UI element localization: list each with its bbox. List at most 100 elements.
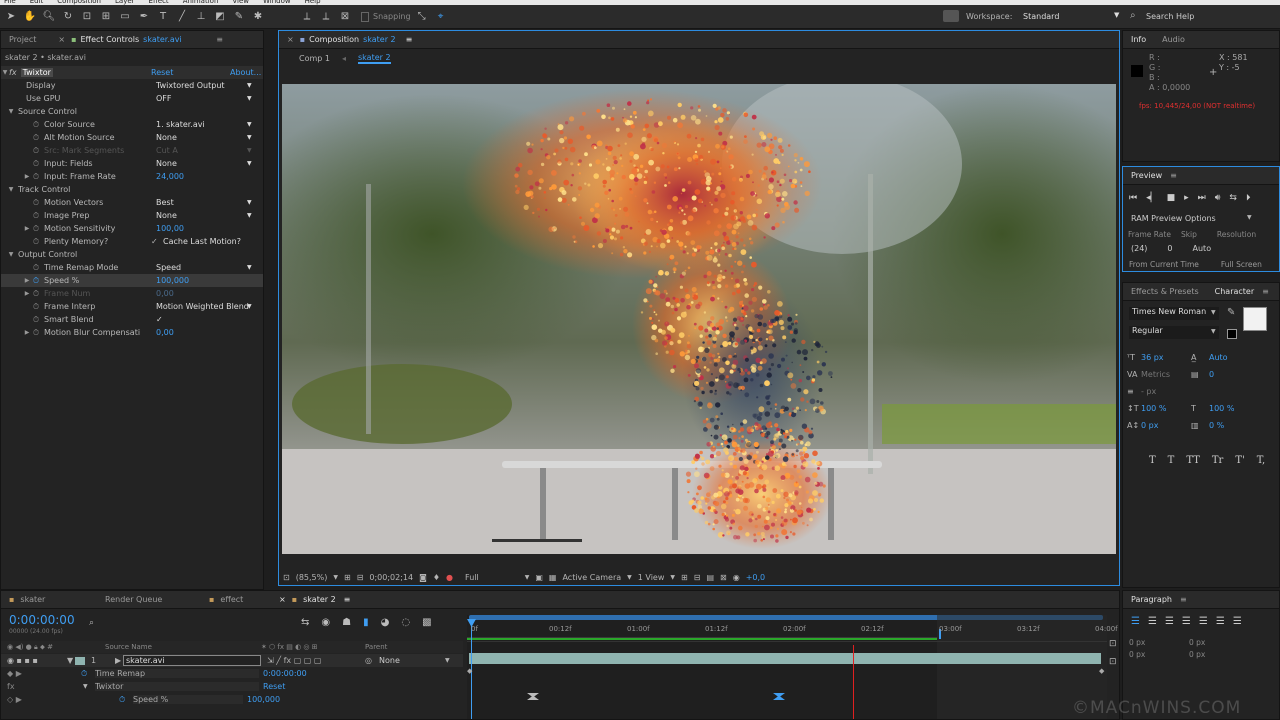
effect-prop-row[interactable]: ⏱ Color Source 1. skater.avi ▼ — [1, 118, 263, 131]
views-dropdown-icon[interactable]: ▼ — [670, 574, 675, 581]
workspace-select[interactable]: Standard — [1023, 12, 1059, 21]
effect-prop-row[interactable]: ⏱ Frame Interp Motion Weighted Blend ▼ — [1, 300, 263, 313]
zoom-select[interactable]: (85,5%) — [296, 573, 328, 582]
tab-timeline-skater[interactable]: ▪ skater — [1, 591, 91, 609]
stopwatch-icon[interactable]: ⏱ — [31, 328, 41, 338]
roto-tool-icon[interactable]: ✎ — [231, 9, 247, 25]
views-select[interactable]: 1 View — [638, 573, 665, 582]
panel-menu-icon[interactable]: ≡ — [1170, 171, 1177, 180]
stopwatch-icon[interactable]: ⏱ — [31, 198, 41, 208]
axis-local-icon[interactable]: ⟂ — [299, 9, 315, 25]
col-source-name[interactable]: Source Name — [105, 643, 261, 651]
always-preview-icon[interactable]: ⊡ — [283, 573, 290, 582]
motion-blur-icon[interactable]: ◕ — [381, 617, 390, 628]
indent-left-value[interactable]: 0 px — [1129, 637, 1189, 649]
font-dropdown-icon[interactable]: ▼ — [1211, 309, 1216, 316]
type-tool-icon[interactable]: T — [155, 9, 171, 25]
effect-prop-dropdown[interactable]: Cut A — [156, 146, 256, 155]
tab-preview[interactable]: Preview — [1123, 167, 1170, 185]
tab-project[interactable]: Project — [1, 31, 44, 49]
panel-menu-icon[interactable]: ≡ — [1180, 595, 1187, 604]
resolution-dropdown-icon[interactable]: ▼ — [525, 574, 530, 581]
frame-blending-icon[interactable]: ▮ — [363, 617, 369, 628]
time-remap-end-keyframe-icon[interactable]: ◆ — [1099, 667, 1104, 675]
stopwatch-icon[interactable]: ⏱ — [31, 133, 41, 143]
effect-prop-row[interactable]: ⏱ Alt Motion Source None ▼ — [1, 131, 263, 144]
stopwatch-icon[interactable]: ⏱ — [31, 315, 41, 325]
layer-label-color[interactable] — [75, 656, 85, 665]
ram-preview-icon[interactable]: ⏵ — [1246, 193, 1251, 203]
timeline-icon[interactable]: ▤ — [706, 573, 714, 582]
dropdown-arrow-icon[interactable]: ▼ — [247, 264, 252, 271]
expand-triangle-icon[interactable]: ▼ — [7, 251, 15, 258]
flowchart-icon[interactable]: ⊠ — [720, 573, 727, 582]
stopwatch-icon[interactable]: ⏱ — [31, 224, 41, 234]
tab-paragraph[interactable]: Paragraph — [1123, 591, 1180, 609]
zoom-dropdown-icon[interactable]: ▼ — [333, 574, 338, 581]
small-caps-button[interactable]: Tr — [1212, 455, 1223, 466]
stopwatch-icon[interactable]: ⏱ — [31, 159, 41, 169]
panel-menu-icon[interactable]: ≡ — [216, 35, 223, 44]
roi-icon[interactable]: ▣ — [535, 573, 543, 582]
camera-tool-icon[interactable]: ⊡ — [79, 9, 95, 25]
close-icon[interactable]: × — [287, 35, 294, 44]
ram-dropdown-icon[interactable]: ▼ — [1247, 214, 1252, 221]
stopwatch-icon[interactable]: ⏱ — [31, 237, 41, 247]
comp-viewer[interactable] — [282, 84, 1116, 554]
search-layers-icon[interactable]: ⌕ — [89, 618, 94, 628]
col-parent[interactable]: Parent — [365, 643, 387, 651]
timeline-timecode[interactable]: 0:00:00:00 — [9, 613, 75, 627]
stopwatch-icon[interactable]: ⏱ — [31, 211, 41, 221]
layer-duration-bar[interactable] — [469, 653, 1101, 664]
expand-triangle-icon[interactable]: ▼ — [83, 683, 95, 690]
dropdown-arrow-icon[interactable]: ▼ — [247, 303, 252, 310]
checkbox-icon[interactable]: ✓ — [151, 237, 158, 246]
panel-menu-icon[interactable]: ≡ — [1262, 287, 1269, 296]
pen-tool-icon[interactable]: ✒ — [136, 9, 152, 25]
axis-view-icon[interactable]: ⊠ — [337, 9, 353, 25]
fill-color-swatch[interactable] — [1243, 307, 1267, 331]
effect-prop-value[interactable]: 100,00 — [156, 224, 184, 233]
selection-tool-icon[interactable]: ➤ — [3, 9, 19, 25]
camera-select[interactable]: Active Camera — [562, 573, 621, 582]
vertical-scale-value[interactable]: 100 % — [1141, 400, 1191, 417]
expand-triangle-icon[interactable]: ▼ — [7, 108, 15, 115]
layer-visibility-icon[interactable]: ◉ ▪ ▪ ▪ — [1, 656, 67, 665]
effect-prop-row[interactable]: ⏱ Motion Vectors Best ▼ — [1, 196, 263, 209]
effect-prop-row[interactable]: ⏱ Plenty Memory? Cache Last Motion? ✓ — [1, 235, 263, 248]
brush-tool-icon[interactable]: ╱ — [174, 9, 190, 25]
resolution-select[interactable]: Full — [465, 573, 479, 582]
last-frame-icon[interactable]: ⏭ — [1198, 193, 1206, 203]
effect-prop-checkbox[interactable]: ✓ — [156, 315, 163, 324]
kerning-value[interactable]: Metrics — [1141, 366, 1191, 383]
tracking-value[interactable]: 0 — [1209, 366, 1214, 383]
zoom-slider-icon[interactable]: ⊡ — [1109, 657, 1117, 667]
fast-previews-icon[interactable]: ⊟ — [694, 573, 701, 582]
hand-tool-icon[interactable]: ✋ — [22, 9, 38, 25]
property-lead-icons[interactable]: fx — [1, 682, 83, 691]
stopwatch-icon[interactable]: ⏱ — [81, 669, 95, 679]
dropdown-arrow-icon[interactable]: ▼ — [247, 82, 252, 89]
audio-icon[interactable]: 🔊︎ — [1215, 193, 1221, 203]
tab-effects-presets[interactable]: Effects & Presets — [1123, 283, 1207, 301]
property-value[interactable]: 0:00:00:00 — [263, 669, 307, 678]
justify-all-icon[interactable]: ☰ — [1233, 616, 1242, 627]
dropdown-arrow-icon[interactable]: ▼ — [247, 121, 252, 128]
effect-prop-dropdown[interactable]: Motion Weighted Blend — [156, 302, 256, 311]
effect-prop-row[interactable]: Use GPU OFF ▼ — [1, 92, 263, 105]
panel-menu-icon[interactable]: ≡ — [406, 35, 413, 44]
effect-prop-dropdown[interactable]: Best — [156, 198, 256, 207]
safe-zones-icon[interactable]: ⊞ — [344, 573, 351, 582]
reset-exposure-icon[interactable]: ◉ — [733, 573, 740, 582]
draft-3d-icon[interactable]: ◉ — [321, 617, 330, 628]
effect-prop-value[interactable]: 0,00 — [156, 328, 174, 337]
zoom-tool-icon[interactable]: 🔍︎ — [41, 9, 57, 25]
layer-property-row[interactable]: ◇ ▶ ⏱ Speed % 100,000 — [1, 693, 463, 706]
effect-prop-row[interactable]: Display Twixtored Output ▼ — [1, 79, 263, 92]
faux-italic-button[interactable]: T — [1168, 455, 1175, 466]
effect-prop-dropdown[interactable]: OFF — [156, 94, 256, 103]
stop-icon[interactable]: ■ — [1167, 193, 1176, 203]
indent-first-value[interactable]: 0 px — [1129, 649, 1189, 661]
ram-preview-options[interactable]: RAM Preview Options — [1131, 214, 1216, 223]
effect-prop-dropdown[interactable]: Twixtored Output — [156, 81, 256, 90]
